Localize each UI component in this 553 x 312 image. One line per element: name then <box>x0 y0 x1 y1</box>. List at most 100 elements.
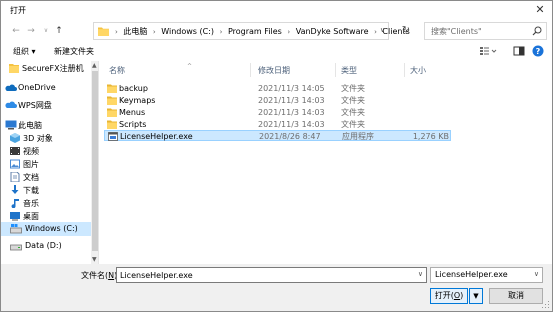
column-divider[interactable] <box>335 63 336 77</box>
scroll-down-icon[interactable]: ▼ <box>92 256 97 263</box>
back-arrow-icon[interactable]: ← <box>10 24 22 38</box>
file-name: LicenseHelper.exe <box>120 132 193 141</box>
video-icon <box>10 147 20 155</box>
column-header-size[interactable]: 大小 <box>410 65 426 76</box>
cloud-icon <box>5 84 17 91</box>
nav-scrollbar[interactable]: ▲ ▼ <box>91 61 98 264</box>
organize-button[interactable]: 组织 ▾ <box>13 46 36 57</box>
file-row[interactable]: backup 2021/11/3 14:05 文件夹 <box>104 83 451 94</box>
filename-input[interactable] <box>120 270 410 281</box>
nav-item-downloads[interactable]: 下载 <box>1 183 91 197</box>
chevron-down-icon[interactable]: ∨ <box>418 270 423 278</box>
breadcrumb-separator: › <box>152 28 156 36</box>
open-file-dialog: 打开 ✕ ← → ∨ ↑ › 此电脑 › Windows (C:) › Prog… <box>0 0 553 312</box>
filename-combobox[interactable]: ∨ <box>116 267 427 283</box>
file-type: 文件夹 <box>341 96 365 105</box>
search-icon[interactable] <box>532 26 542 36</box>
file-type: 应用程序 <box>342 132 374 141</box>
up-arrow-icon[interactable]: ↑ <box>53 24 65 38</box>
breadcrumb-separator: › <box>219 28 223 36</box>
address-dropdown-icon[interactable]: ∨ <box>380 26 385 34</box>
file-name: Scripts <box>119 120 147 129</box>
nav-item-this-pc[interactable]: 此电脑 <box>1 118 91 132</box>
resize-grip-icon[interactable] <box>542 301 550 309</box>
nav-item-documents[interactable]: 文档 <box>1 170 91 184</box>
nav-item-data-d[interactable]: Data (D:) <box>1 239 91 253</box>
file-row[interactable]: Menus 2021/11/3 14:03 文件夹 <box>104 107 451 118</box>
breadcrumb-separator: › <box>374 28 377 36</box>
refresh-icon[interactable]: ↻ <box>399 24 413 38</box>
file-row-selected[interactable]: LicenseHelper.exe 2021/8/26 8:47 应用程序 1,… <box>104 130 451 141</box>
preview-pane-icon[interactable] <box>513 45 525 59</box>
nav-item-desktop[interactable]: 桌面 <box>1 209 91 223</box>
scroll-up-icon[interactable]: ▲ <box>92 62 97 69</box>
nav-item-onedrive[interactable]: OneDrive <box>1 81 91 95</box>
open-options-dropdown[interactable]: ▼ <box>469 288 483 304</box>
nav-item-videos[interactable]: 视频 <box>1 144 91 158</box>
window-title: 打开 <box>10 6 26 15</box>
breadcrumb-separator: › <box>115 28 118 36</box>
file-name: Keymaps <box>119 96 156 105</box>
breadcrumb-item[interactable]: VanDyke Software <box>296 27 369 36</box>
address-bar[interactable]: › 此电脑 › Windows (C:) › Program Files › V… <box>93 22 410 40</box>
search-box[interactable] <box>424 22 547 40</box>
folder-icon <box>107 84 117 93</box>
nav-item-label: OneDrive <box>18 83 56 92</box>
view-options-icon[interactable] <box>479 45 497 59</box>
nav-item-label: 文档 <box>23 173 39 182</box>
search-input[interactable] <box>429 25 529 37</box>
file-type-filter[interactable]: LicenseHelper.exe ∨ <box>430 267 543 283</box>
file-date: 2021/11/3 14:05 <box>258 84 325 93</box>
file-date: 2021/11/3 14:03 <box>258 120 325 129</box>
breadcrumb-item[interactable]: Program Files <box>228 27 282 36</box>
file-name: Menus <box>119 108 146 117</box>
help-icon[interactable]: ? <box>532 45 544 59</box>
file-row[interactable]: Keymaps 2021/11/3 14:03 文件夹 <box>104 95 451 106</box>
title-bar: 打开 ✕ <box>1 1 552 19</box>
scroll-thumb[interactable] <box>92 71 98 251</box>
nav-item-wps[interactable]: WPS网盘 <box>1 98 91 112</box>
cube-icon <box>10 133 20 143</box>
column-header-name[interactable]: ^ 名称 <box>109 63 192 76</box>
chevron-down-icon[interactable]: ∨ <box>534 270 539 278</box>
file-date: 2021/11/3 14:03 <box>258 96 325 105</box>
nav-item-label: 此电脑 <box>18 121 42 130</box>
column-divider[interactable] <box>250 63 251 77</box>
nav-item-label: 3D 对象 <box>23 134 53 143</box>
open-button[interactable]: 打开(O) <box>430 288 468 304</box>
nav-item-label: 桌面 <box>23 212 39 221</box>
drive-icon <box>10 224 22 234</box>
folder-icon <box>107 120 117 129</box>
nav-item-3d-objects[interactable]: 3D 对象 <box>1 131 91 145</box>
nav-item-securefx[interactable]: SecureFX注册机 <box>1 61 91 75</box>
cancel-button[interactable]: 取消 <box>489 288 543 304</box>
filename-label: 文件名(N): <box>81 271 120 280</box>
file-row[interactable]: Scripts 2021/11/3 14:03 文件夹 <box>104 119 451 130</box>
nav-item-windows-c[interactable]: Windows (C:) <box>1 222 91 236</box>
close-icon[interactable]: ✕ <box>532 2 548 18</box>
recent-dropdown-icon[interactable]: ∨ <box>40 24 52 38</box>
desktop-icon <box>10 212 20 221</box>
nav-item-label: 视频 <box>23 147 39 156</box>
column-header-type[interactable]: 类型 <box>341 65 357 76</box>
forward-arrow-icon[interactable]: → <box>25 24 37 38</box>
nav-item-label: 下载 <box>23 186 39 195</box>
nav-item-label: WPS网盘 <box>18 101 52 110</box>
new-folder-button[interactable]: 新建文件夹 <box>54 46 94 57</box>
column-divider[interactable] <box>404 63 405 77</box>
nav-item-pictures[interactable]: 图片 <box>1 157 91 171</box>
file-type: 文件夹 <box>341 108 365 117</box>
breadcrumb-item[interactable]: 此电脑 <box>123 26 147 37</box>
folder-icon <box>98 27 109 36</box>
toolbar: 组织 ▾ 新建文件夹 ? <box>1 43 552 61</box>
column-header-date[interactable]: 修改日期 <box>258 65 290 76</box>
file-date: 2021/8/26 8:47 <box>259 132 321 141</box>
svg-text:?: ? <box>536 47 541 56</box>
file-date: 2021/11/3 14:03 <box>258 108 325 117</box>
breadcrumb-item[interactable]: Windows (C:) <box>161 27 214 36</box>
computer-icon <box>5 120 17 130</box>
address-row: ← → ∨ ↑ › 此电脑 › Windows (C:) › Program F… <box>1 19 552 43</box>
nav-item-music[interactable]: 音乐 <box>1 196 91 210</box>
breadcrumb-separator: › <box>287 28 291 36</box>
folder-icon <box>107 108 117 117</box>
